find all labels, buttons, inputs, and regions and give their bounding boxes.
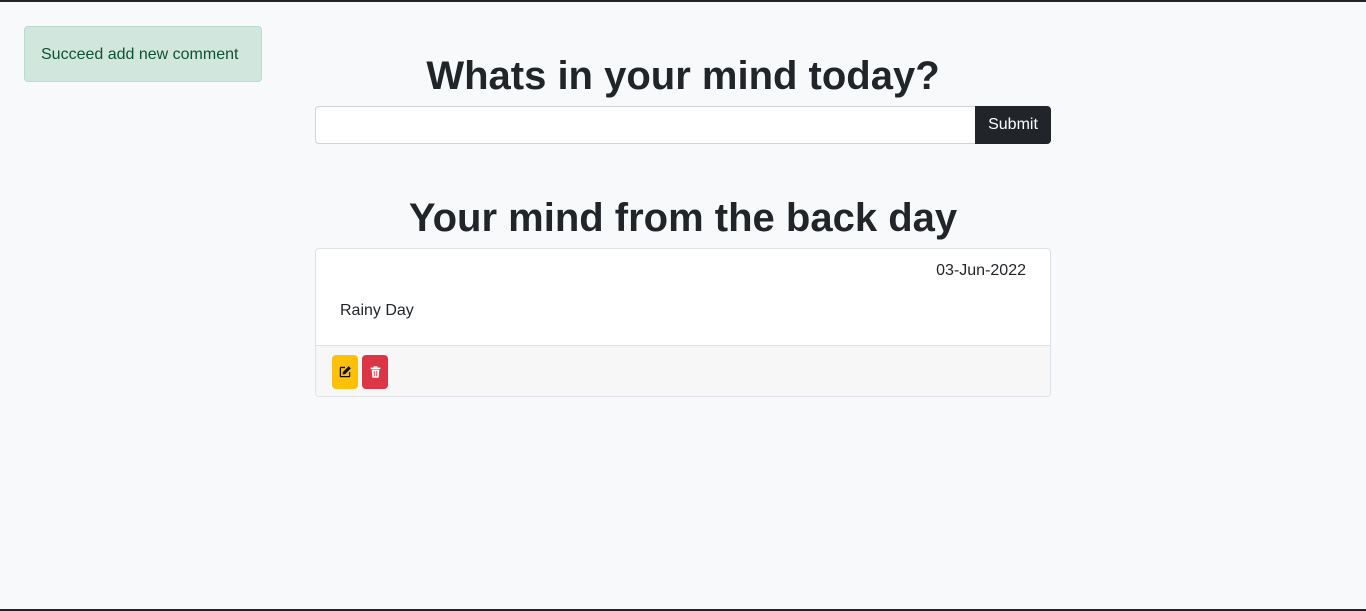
trash-icon [370, 365, 380, 378]
composer-heading: Whats in your mind today? [426, 54, 940, 98]
comment-card: 03-Jun-2022 Rainy Day [315, 248, 1051, 397]
edit-icon [339, 365, 351, 377]
comment-card-body: 03-Jun-2022 Rainy Day [316, 249, 1050, 346]
delete-comment-button[interactable] [362, 354, 388, 389]
comment-input[interactable] [315, 106, 975, 144]
comment-date: 03-Jun-2022 [936, 262, 1026, 279]
comment-input-group: Submit [315, 106, 1051, 144]
submit-button[interactable]: Submit [975, 106, 1051, 144]
history-heading: Your mind from the back day [408, 196, 958, 240]
comment-card-footer [316, 346, 1050, 396]
edit-comment-button[interactable] [332, 354, 358, 389]
comment-text: Rainy Day [340, 302, 414, 319]
